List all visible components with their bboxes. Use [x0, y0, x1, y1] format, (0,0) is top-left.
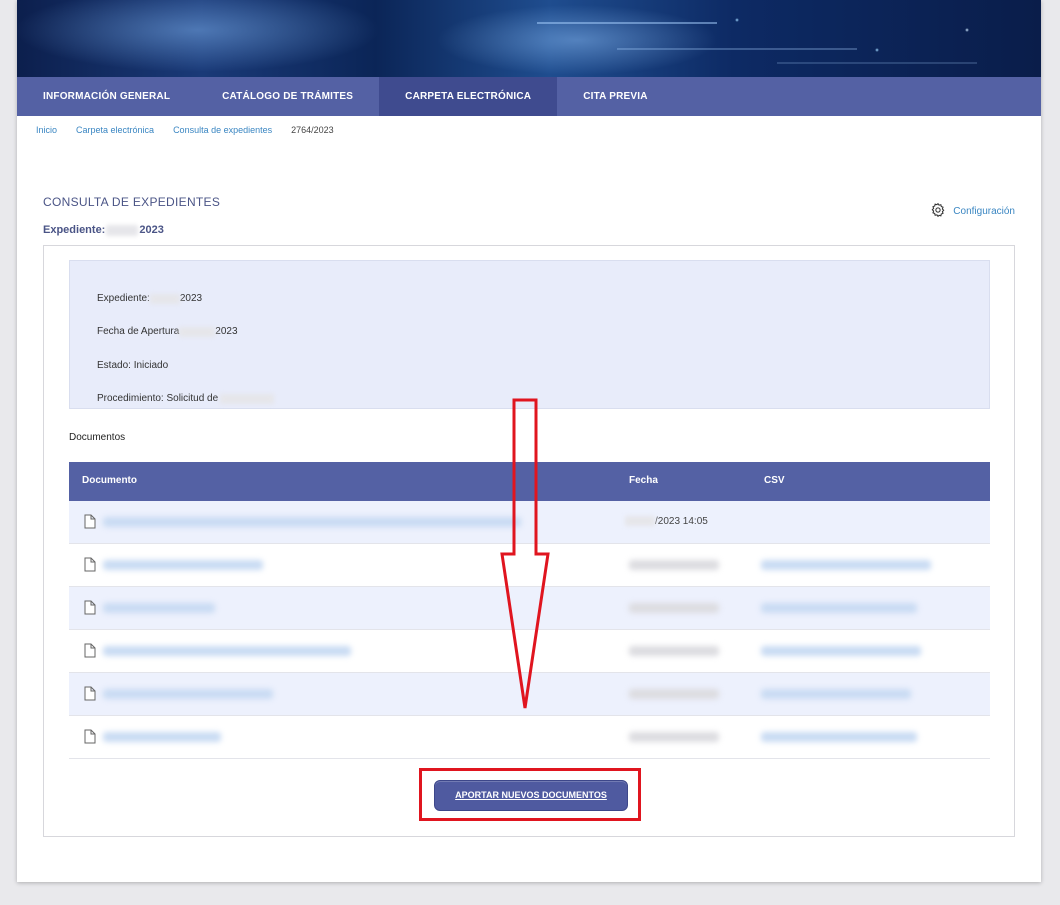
annotation-highlight-box [419, 768, 641, 821]
info-expediente-year: 2023 [179, 293, 203, 304]
document-link[interactable] [103, 732, 221, 742]
breadcrumb-inicio[interactable]: Inicio [36, 125, 57, 135]
document-date [629, 560, 719, 570]
info-fecha-year: 2023 [215, 326, 238, 337]
redacted-value [625, 516, 655, 527]
header-banner [17, 0, 1041, 77]
breadcrumb-consulta-expedientes[interactable]: Consulta de expedientes [173, 125, 272, 135]
document-icon [84, 686, 96, 701]
document-link[interactable] [103, 646, 351, 656]
redacted-value [220, 393, 275, 404]
nav-catalogo-tramites[interactable]: CATÁLOGO DE TRÁMITES [196, 77, 379, 116]
info-expediente: Expediente: 2023 [97, 293, 202, 304]
configuration-label: Configuración [953, 206, 1015, 217]
document-icon [84, 557, 96, 572]
documents-heading: Documentos [69, 432, 126, 443]
breadcrumb-current: 2764/2023 [291, 125, 334, 135]
document-date [629, 732, 719, 742]
document-link[interactable] [103, 517, 521, 527]
document-link[interactable] [103, 689, 273, 699]
redacted-value [149, 293, 180, 304]
nav-carpeta-electronica[interactable]: CARPETA ELECTRÓNICA [379, 77, 558, 116]
info-expediente-label: Expediente: [97, 293, 150, 304]
document-link[interactable] [103, 603, 215, 613]
main-navigation: INFORMACIÓN GENERAL CATÁLOGO DE TRÁMITES… [17, 77, 1041, 116]
document-icon [84, 514, 96, 529]
column-header-csv[interactable]: CSV [764, 475, 785, 486]
info-fecha-label: Fecha de Apertura [97, 326, 180, 337]
document-date [629, 603, 719, 613]
gear-icon [930, 202, 946, 221]
expediente-year: 2023 [139, 224, 164, 236]
document-date-text: /2023 14:05 [655, 516, 708, 527]
csv-link[interactable] [761, 646, 921, 656]
annotation-arrow [500, 398, 550, 709]
page-title: CONSULTA DE EXPEDIENTES [43, 195, 221, 209]
column-header-fecha[interactable]: Fecha [629, 475, 658, 486]
table-row[interactable] [69, 716, 990, 759]
redacted-value [179, 326, 216, 337]
info-estado-text: Estado: Iniciado [97, 360, 169, 371]
info-procedimiento-text: Procedimiento: Solicitud de [97, 393, 219, 404]
redacted-value [106, 224, 139, 236]
nav-cita-previa[interactable]: CITA PREVIA [557, 77, 673, 116]
document-link[interactable] [103, 560, 263, 570]
csv-link[interactable] [761, 560, 931, 570]
info-estado: Estado: Iniciado [97, 360, 168, 371]
document-icon [84, 729, 96, 744]
expediente-info-box: Expediente: 2023 Fecha de Apertura 2023 … [69, 260, 990, 409]
breadcrumb-carpeta-electronica[interactable]: Carpeta electrónica [76, 125, 154, 135]
csv-link[interactable] [761, 732, 917, 742]
document-date [629, 646, 719, 656]
document-date: /2023 14:05 [625, 516, 708, 527]
expediente-subtitle: Expediente: 2023 [43, 224, 164, 236]
document-icon [84, 600, 96, 615]
csv-link[interactable] [761, 603, 917, 613]
info-fecha-apertura: Fecha de Apertura 2023 [97, 326, 238, 337]
document-icon [84, 643, 96, 658]
document-date [629, 689, 719, 699]
info-procedimiento: Procedimiento: Solicitud de [97, 393, 275, 404]
breadcrumb: Inicio Carpeta electrónica Consulta de e… [36, 125, 353, 135]
configuration-link[interactable]: Configuración [930, 202, 1015, 221]
expediente-label: Expediente: [43, 224, 106, 236]
nav-informacion-general[interactable]: INFORMACIÓN GENERAL [17, 77, 196, 116]
column-header-documento[interactable]: Documento [82, 475, 137, 486]
csv-link[interactable] [761, 689, 911, 699]
